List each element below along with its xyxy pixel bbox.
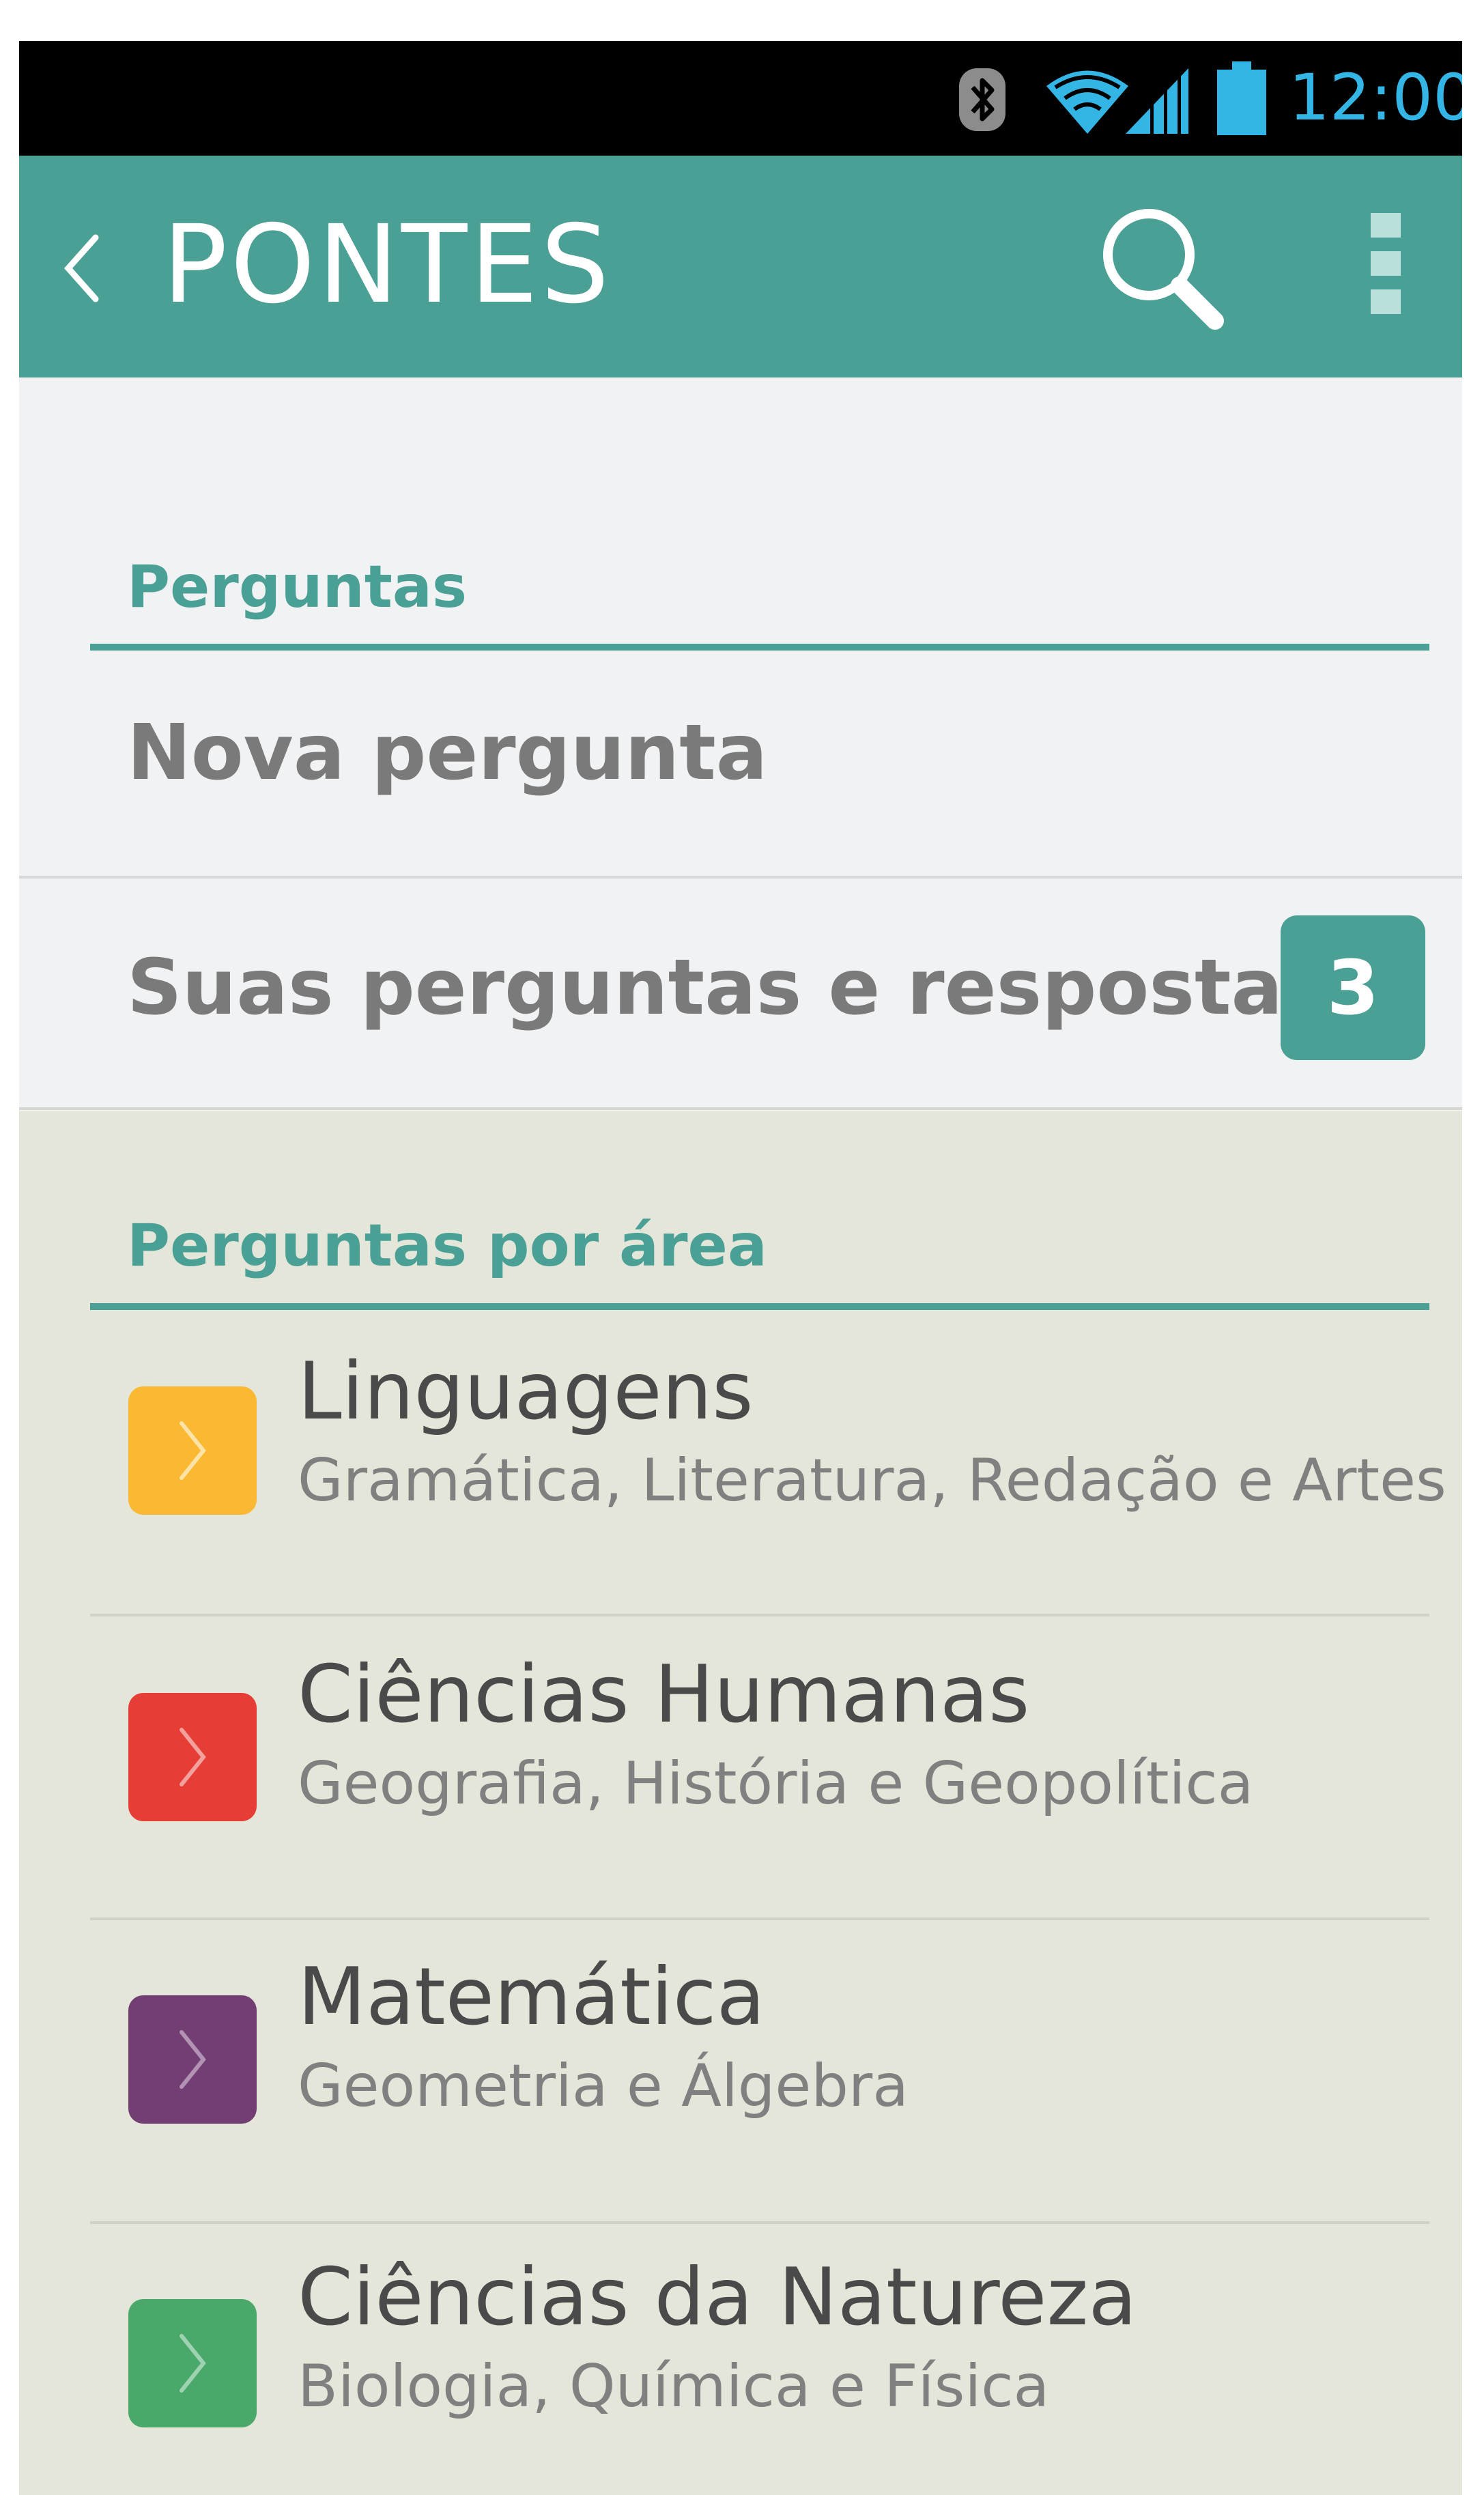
chevron-left-icon[interactable] [53,231,115,306]
chevron-right-icon [128,1693,257,1821]
my-questions-label: Suas perguntas e respostas [127,943,1328,1032]
new-question-item[interactable]: Nova pergunta [19,651,1462,877]
status-time: 12:00 [1289,61,1462,135]
area-title: Matemática [298,1951,765,2043]
section-rule [90,644,1429,651]
area-subtitle: Biologia, Química e Física [298,2352,1050,2421]
battery-icon [1217,61,1266,135]
bluetooth-icon [959,68,1005,131]
phone-screen: 12:00 PONTES Perguntas Nova pergunta Sua… [19,41,1462,2495]
app-title: PONTES [162,202,612,328]
search-icon[interactable] [1098,203,1227,333]
signal-icon [1126,66,1188,134]
area-item-matematica[interactable]: Matemática Geometria e Álgebra [19,1920,1462,2224]
wifi-icon [1046,70,1128,134]
area-item-linguagens[interactable]: Linguagens Gramática, Literatura, Redaçã… [19,1310,1462,1614]
new-question-label: Nova pergunta [127,709,768,797]
chevron-right-icon [128,1386,257,1515]
app-bar: PONTES [19,156,1462,377]
area-item-ciencias-natureza[interactable]: Ciências da Natureza Biologia, Química e… [19,2224,1462,2495]
area-title: Linguagens [298,1345,754,1438]
area-subtitle: Geografia, História e Geopolítica [298,1750,1254,1818]
section-header-areas: Perguntas por área [127,1212,767,1280]
chevron-right-icon [128,2299,257,2427]
area-subtitle: Gramática, Literatura, Redação e Artes [298,1446,1446,1515]
questions-section: Perguntas Nova pergunta Suas perguntas e… [19,377,1462,1111]
count-badge: 3 [1281,915,1425,1060]
chevron-right-icon [128,1995,257,2124]
area-title: Ciências da Natureza [298,2251,1137,2343]
row-divider [19,1107,1462,1110]
area-title: Ciências Humanas [298,1649,1030,1741]
more-vert-icon[interactable] [1364,213,1412,315]
status-bar: 12:00 [19,41,1462,156]
my-questions-item[interactable]: Suas perguntas e respostas 3 [19,879,1462,1104]
section-rule [90,1303,1429,1310]
area-subtitle: Geometria e Álgebra [298,2052,909,2120]
section-header-questions: Perguntas [127,553,468,621]
area-item-ciencias-humanas[interactable]: Ciências Humanas Geografia, História e G… [19,1616,1462,1920]
